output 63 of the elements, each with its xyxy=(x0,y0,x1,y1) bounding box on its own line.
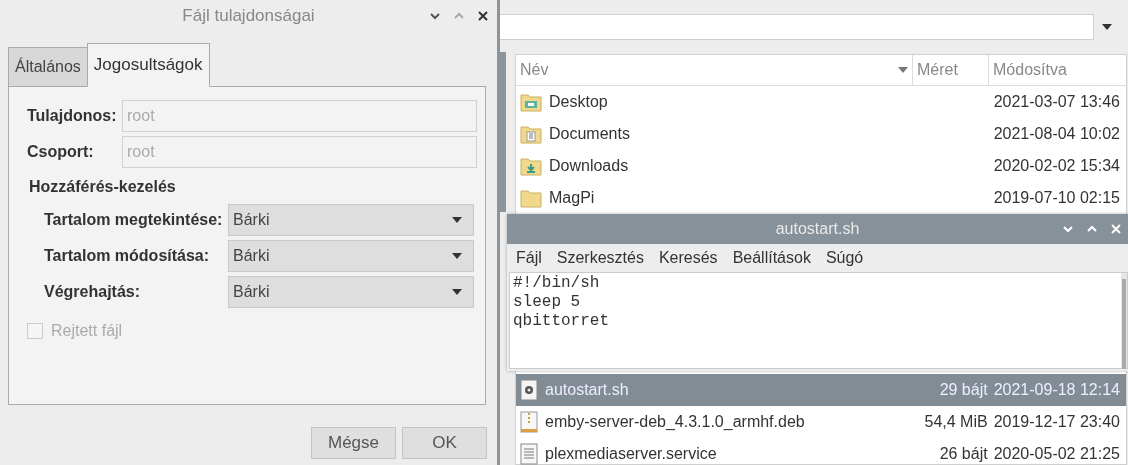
field-label: Tartalom módosítása: xyxy=(44,247,211,265)
column-header[interactable]: Módosítva xyxy=(989,55,1126,85)
file-name: autostart.sh xyxy=(545,381,629,399)
code-line: sleep 5 xyxy=(513,293,582,312)
section-heading: Hozzáférés-kezelés xyxy=(29,178,177,196)
code-line: #!/bin/sh xyxy=(513,274,601,293)
dropdown-arrow-icon[interactable] xyxy=(1102,24,1112,30)
file-name: Documents xyxy=(549,125,630,143)
file-size: 54,4 MiB xyxy=(923,413,989,431)
minimize-icon[interactable] xyxy=(1062,223,1074,235)
path-field[interactable] xyxy=(500,14,1094,40)
text-editor-area[interactable]: #!/bin/sh sleep 5 qbittorret xyxy=(509,272,1128,369)
field-label: Tartalom megtekintése: xyxy=(44,211,224,229)
access-dropdown[interactable]: Bárki xyxy=(228,204,474,236)
file-size: 29 bájt xyxy=(938,381,989,399)
dialog-button[interactable]: OK xyxy=(402,427,487,459)
download-folder-icon xyxy=(520,156,542,176)
column-header[interactable]: Név xyxy=(516,55,913,85)
file-name: Desktop xyxy=(549,93,608,111)
file-modified: 2019-12-17 23:40 xyxy=(993,413,1121,431)
file-row[interactable]: Desktop 2021-03-07 13:46 xyxy=(516,86,1126,118)
documents-folder-icon xyxy=(520,124,542,144)
menu-item[interactable]: Beállítások xyxy=(732,249,811,267)
field-label: Végrehajtás: xyxy=(44,283,142,301)
file-row[interactable]: plexmediaserver.service 26 bájt 2020-05-02 21:25 xyxy=(516,438,1126,465)
scrollbar-thumb[interactable] xyxy=(1122,279,1126,369)
gear-file-icon xyxy=(520,379,538,401)
file-row[interactable]: MagPi 2019-07-10 02:15 xyxy=(516,182,1126,214)
dialog-button[interactable]: Mégse xyxy=(311,427,396,459)
file-name: MagPi xyxy=(549,189,595,207)
file-modified: 2021-09-18 12:14 xyxy=(993,381,1121,399)
minimize-icon[interactable] xyxy=(429,10,441,22)
access-dropdown[interactable]: Bárki xyxy=(228,276,474,308)
tab[interactable]: Általános xyxy=(8,47,88,87)
file-modified: 2021-08-04 10:02 xyxy=(993,125,1121,143)
menu-item[interactable]: Súgó xyxy=(825,249,864,267)
file-modified: 2020-05-02 21:25 xyxy=(993,445,1121,463)
file-size: 26 bájt xyxy=(938,445,989,463)
menu-item[interactable]: Szerkesztés xyxy=(556,249,644,267)
desktop-folder-icon xyxy=(520,92,542,112)
file-name: Downloads xyxy=(549,157,629,175)
code-line: qbittorret xyxy=(513,312,610,331)
menu-item[interactable]: Keresés xyxy=(658,249,718,267)
file-modified: 2020-02-02 15:34 xyxy=(993,157,1121,175)
file-modified: 2019-07-10 02:15 xyxy=(993,189,1121,207)
menu-item[interactable]: Fájl xyxy=(516,249,542,267)
field-label: Tulajdonos: xyxy=(27,107,118,125)
column-header[interactable]: Méret xyxy=(913,55,989,85)
tab[interactable]: Jogosultságok xyxy=(86,43,210,87)
file-row[interactable]: Downloads 2020-02-02 15:34 xyxy=(516,150,1126,182)
access-dropdown[interactable]: Bárki xyxy=(228,240,474,272)
file-row[interactable]: emby-server-deb_4.3.1.0_armhf.deb 54,4 MiB 2019-12-17 23:40 xyxy=(516,406,1126,438)
file-name: emby-server-deb_4.3.1.0_armhf.deb xyxy=(545,413,805,431)
file-row[interactable]: Documents 2021-08-04 10:02 xyxy=(516,118,1126,150)
field-label: Csoport: xyxy=(27,143,95,161)
window-title: autostart.sh xyxy=(775,220,860,238)
archive-file-icon xyxy=(520,411,538,433)
window-title: Fájl tulajdonságai xyxy=(182,6,315,26)
scrollbar[interactable] xyxy=(500,52,506,212)
file-name: plexmediaserver.service xyxy=(545,445,717,463)
file-modified: 2021-03-07 13:46 xyxy=(993,93,1121,111)
folder-icon xyxy=(520,188,542,208)
close-icon[interactable] xyxy=(477,10,489,22)
